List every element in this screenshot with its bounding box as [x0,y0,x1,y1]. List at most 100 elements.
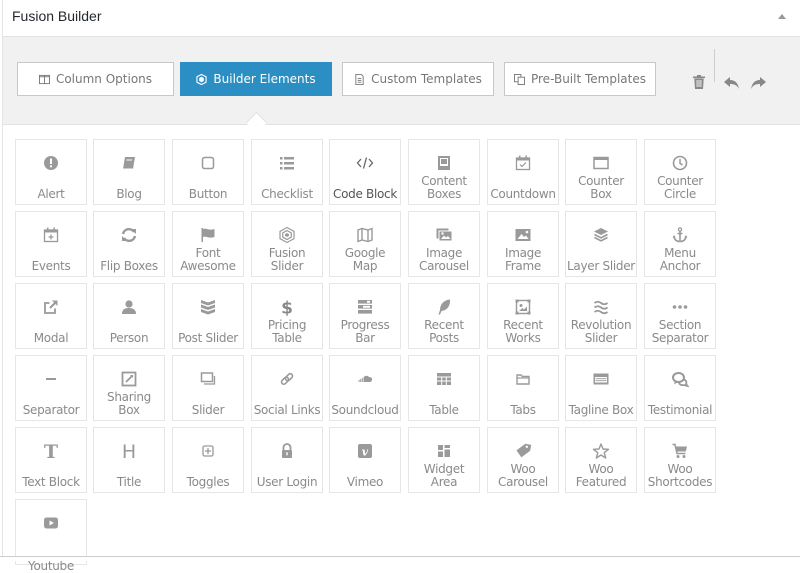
element-image-frame[interactable]: Image Frame [487,211,559,277]
element-pricing-table[interactable]: $ Pricing Table [251,283,323,349]
vimeo-icon: v [330,442,400,460]
panel-bottom-edge [0,556,800,561]
external-link-icon [16,298,86,316]
element-woo-featured[interactable]: Woo Featured [565,427,637,493]
element-image-carousel[interactable]: Image Carousel [408,211,480,277]
element-flip-boxes[interactable]: Flip Boxes [93,211,165,277]
element-label: Image Frame [504,246,542,273]
images-icon [409,226,479,244]
svg-text:v: v [362,446,369,459]
element-soundcloud[interactable]: Soundcloud [329,355,401,421]
element-social-links[interactable]: Social Links [251,355,323,421]
element-modal[interactable]: Modal [15,283,87,349]
element-counter-circle[interactable]: Counter Circle [644,139,716,205]
element-recent-works[interactable]: Recent Works [487,283,559,349]
element-testimonial[interactable]: Testimonial [644,355,716,421]
element-label: Woo Shortcodes [647,462,713,489]
element-woo-carousel[interactable]: Woo Carousel [487,427,559,493]
element-label: Post Slider [178,331,238,345]
flag-icon [173,226,243,244]
element-progress-bar[interactable]: Progress Bar [329,283,401,349]
element-countdown[interactable]: Countdown [487,139,559,205]
column-options-button[interactable]: Column Options [17,62,174,96]
element-button[interactable]: Button [172,139,244,205]
element-layer-slider[interactable]: Layer Slider [565,211,637,277]
element-label: Countdown [490,187,556,201]
stack-icon [173,298,243,316]
layers-icon [566,226,636,244]
element-label: Separator [22,403,80,417]
trash-icon[interactable] [693,75,705,89]
element-checklist[interactable]: Checklist [251,139,323,205]
element-google-map[interactable]: Google Map [329,211,401,277]
element-woo-shortcodes[interactable]: Woo Shortcodes [644,427,716,493]
svg-text:H: H [122,442,136,460]
anchor-icon [645,226,715,244]
builder-elements-button[interactable]: Builder Elements [180,62,332,96]
element-sharing-box[interactable]: Sharing Box [93,355,165,421]
element-label: Checklist [261,187,313,201]
element-counter-box[interactable]: Counter Box [565,139,637,205]
calendar-plus-icon [16,226,86,244]
element-tabs[interactable]: Tabs [487,355,559,421]
custom-templates-button[interactable]: Custom Templates [342,62,494,96]
element-post-slider[interactable]: Post Slider [172,283,244,349]
element-label: Blog [116,187,142,201]
element-person[interactable]: Person [93,283,165,349]
element-code-block[interactable]: Code Block [329,139,401,205]
element-label: Table [429,403,459,417]
lock-icon [252,442,322,460]
element-label: Counter Circle [657,174,703,201]
folder-icon [488,370,558,388]
caret-up-icon[interactable] [778,14,786,19]
exclamation-circle-icon [16,154,86,172]
element-menu-anchor[interactable]: Menu Anchor [644,211,716,277]
element-table[interactable]: Table [408,355,480,421]
window-icon [566,154,636,172]
element-fusion-slider[interactable]: Fusion Slider [251,211,323,277]
content-box-icon [409,154,479,172]
element-label: Title [116,475,142,489]
progress-bars-icon [330,298,400,316]
feather-icon [409,298,479,316]
pre-built-templates-button[interactable]: Pre-Built Templates [504,62,656,96]
heading-icon: H [94,442,164,460]
element-widget-area[interactable]: Widget Area [408,427,480,493]
element-recent-posts[interactable]: Recent Posts [408,283,480,349]
book-icon [94,154,164,172]
element-label: Soundcloud [331,403,399,417]
element-slider[interactable]: Slider [172,355,244,421]
list-icon [252,154,322,172]
ellipsis-icon [645,298,715,316]
element-content-boxes[interactable]: Content Boxes [408,139,480,205]
element-text-block[interactable]: T Text Block [15,427,87,493]
element-vimeo[interactable]: v Vimeo [329,427,401,493]
element-toggles[interactable]: Toggles [172,427,244,493]
element-label: Youtube [28,559,74,573]
clock-icon [645,154,715,172]
pre-built-templates-label: Pre-Built Templates [530,72,646,86]
element-section-separator[interactable]: Section Separator [644,283,716,349]
element-alert[interactable]: Alert [15,139,87,205]
element-font-awesome[interactable]: Font Awesome [172,211,244,277]
file-icon [355,73,364,85]
undo-icon[interactable] [724,77,740,89]
text-icon: T [16,442,86,460]
element-revolution-slider[interactable]: Revolution Slider [565,283,637,349]
user-icon [94,298,164,316]
element-tagline-box[interactable]: Tagline Box [565,355,637,421]
builder-elements-label: Builder Elements [213,72,316,86]
portfolio-icon [488,298,558,316]
element-user-login[interactable]: User Login [251,427,323,493]
redo-icon[interactable] [750,77,766,89]
element-separator[interactable]: Separator [15,355,87,421]
table-icon [409,370,479,388]
element-label: Menu Anchor [659,246,701,273]
element-blog[interactable]: Blog [93,139,165,205]
refresh-icon [94,226,164,244]
waves-icon [566,298,636,316]
element-label: Recent Posts [424,318,464,345]
element-events[interactable]: Events [15,211,87,277]
element-title[interactable]: H Title [93,427,165,493]
element-label: Google Map [344,246,386,273]
